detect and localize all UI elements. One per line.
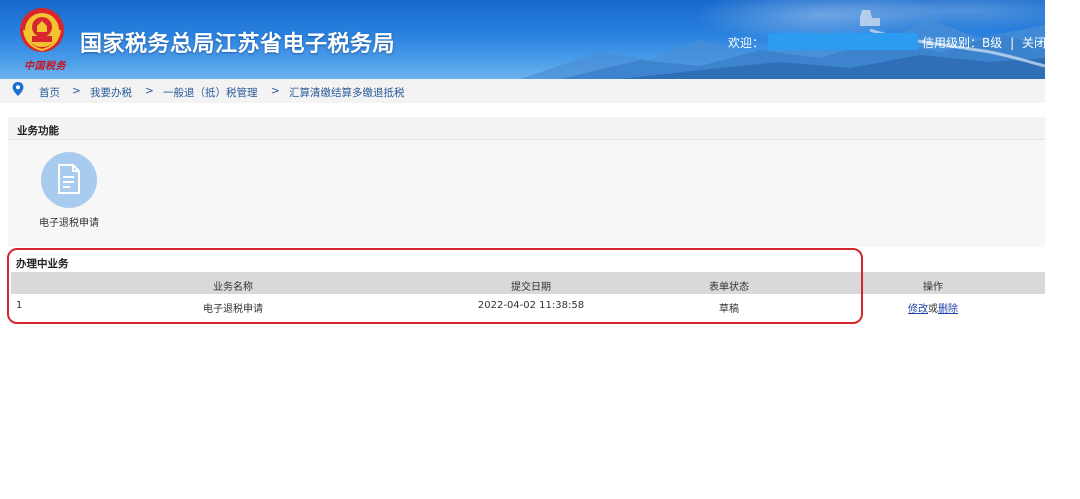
table-header: 业务名称 提交日期 表单状态 操作 xyxy=(11,272,1045,294)
slogan-text: 中国税务 xyxy=(24,61,66,72)
table-row: 1 电子退税申请 2022-04-02 11:38:58 草稿 修改或删除 xyxy=(11,294,1045,318)
or-text: 或 xyxy=(928,304,938,315)
credit-level: 信用级别：B级 xyxy=(922,36,1003,50)
welcome-label: 欢迎： xyxy=(728,36,765,50)
column-business-name: 业务名称 xyxy=(213,282,253,293)
user-name-redacted xyxy=(768,33,918,50)
breadcrumb-separator: > xyxy=(271,85,280,97)
row-business-name: 电子退税申请 xyxy=(203,304,263,315)
breadcrumb-current-page: 汇算清缴结算多缴退抵税 xyxy=(289,87,405,99)
breadcrumb-refund-management[interactable]: 一般退（抵）税管理 xyxy=(163,85,258,100)
location-pin-icon xyxy=(12,82,24,96)
site-title: 国家税务总局江苏省电子税务局 xyxy=(80,32,396,57)
header-user-info: 信用级别：B级 | 关闭 xyxy=(922,34,1045,51)
close-link[interactable]: 关闭 xyxy=(1022,36,1045,50)
breadcrumb-my-tax[interactable]: 我要办税 xyxy=(90,85,132,100)
row-submit-date: 2022-04-02 11:38:58 xyxy=(477,300,585,311)
row-operations: 修改或删除 xyxy=(908,300,958,315)
breadcrumb-separator: > xyxy=(72,85,81,97)
row-index: 1 xyxy=(16,300,23,311)
breadcrumb-home[interactable]: 首页 xyxy=(39,85,60,100)
business-functions-panel: 业务功能 电子退税申请 xyxy=(8,117,1045,247)
site-header: 中国税务 国家税务总局江苏省电子税务局 欢迎： 信用级别：B级 | 关闭 xyxy=(0,0,1045,79)
business-functions-header: 业务功能 xyxy=(8,117,1045,140)
electronic-refund-button[interactable] xyxy=(41,152,97,208)
pending-business-panel: 办理中业务 业务名称 提交日期 表单状态 操作 1 电子退税申请 2022-04… xyxy=(8,250,1045,320)
tax-emblem-logo xyxy=(20,8,64,52)
column-operation: 操作 xyxy=(923,282,943,293)
edit-link[interactable]: 修改 xyxy=(908,304,928,315)
business-functions-title: 业务功能 xyxy=(17,125,59,137)
row-form-status: 草稿 xyxy=(719,304,739,315)
separator: | xyxy=(1010,36,1015,50)
delete-link[interactable]: 删除 xyxy=(938,304,958,315)
breadcrumb-separator: > xyxy=(145,85,154,97)
pending-business-title: 办理中业务 xyxy=(16,258,69,270)
breadcrumb: 首页 > 我要办税 > 一般退（抵）税管理 > 汇算清缴结算多缴退抵税 xyxy=(0,79,1045,103)
column-form-status: 表单状态 xyxy=(709,282,749,293)
column-submit-date: 提交日期 xyxy=(511,282,551,293)
document-icon xyxy=(58,164,80,194)
electronic-refund-label[interactable]: 电子退税申请 xyxy=(26,214,112,229)
